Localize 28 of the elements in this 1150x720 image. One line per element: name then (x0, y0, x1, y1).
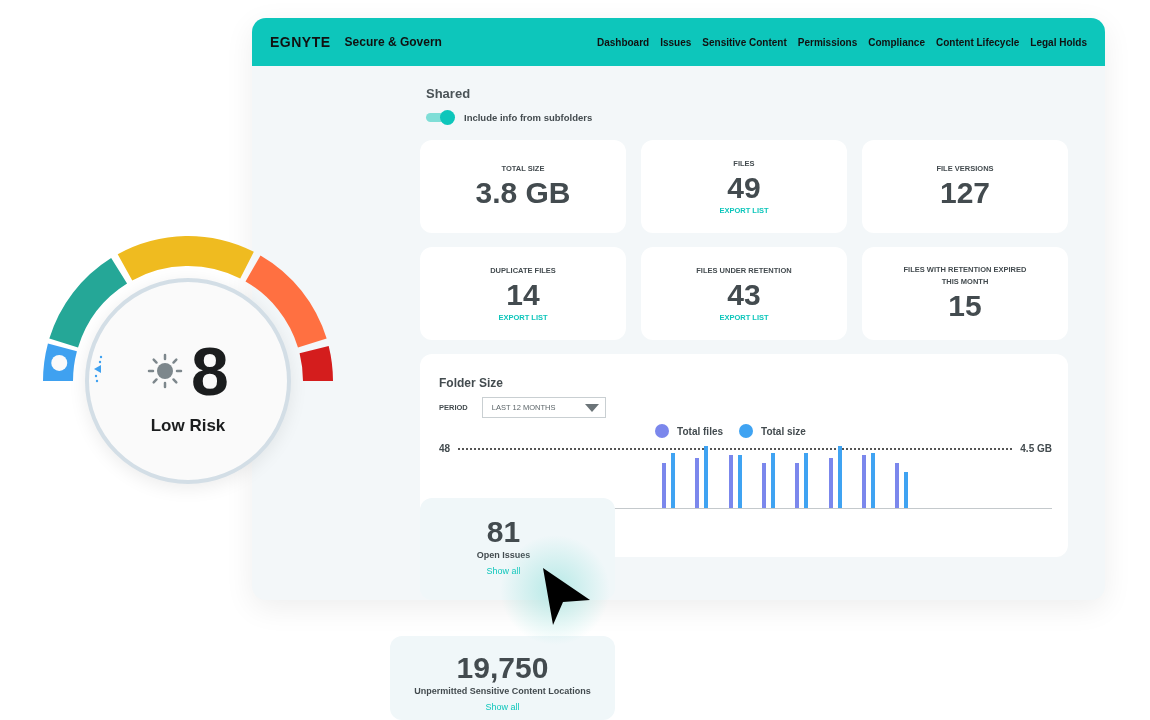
nav-link[interactable]: Permissions (797, 36, 858, 48)
nav-link[interactable]: Compliance (868, 36, 925, 48)
stat-value: 127 (939, 174, 991, 211)
issues-count: 81 (486, 516, 521, 548)
nav-link[interactable]: Sensitive Content (702, 36, 787, 48)
nav-link[interactable]: Legal Holds (1030, 36, 1087, 48)
toggle-label: Include info from subfolders (464, 111, 593, 123)
risk-score: 8 (191, 336, 229, 406)
nav-link[interactable]: Issues (660, 36, 692, 48)
nav-link[interactable]: Content Lifecycle (935, 36, 1020, 48)
stat-value: 14 (506, 277, 540, 313)
issues-label: Open Issues (476, 550, 531, 560)
logo: EGNYTE (270, 34, 331, 50)
stat-value: 49 (727, 170, 761, 206)
sensitive-count: 19,750 (456, 652, 549, 684)
nav-link[interactable]: Dashboard (596, 36, 650, 48)
stat-value: 15 (948, 287, 982, 324)
app-title: Secure & Govern (344, 35, 442, 49)
stat-value: 43 (727, 277, 761, 313)
stat-value: 3.8 GB (475, 174, 571, 211)
sensitive-label: Unpermitted Sensitive Content Locations (414, 686, 591, 696)
chart-title: Folder Size (439, 376, 504, 390)
axis-label: 4.5 GB (1020, 443, 1052, 454)
folder-title: Shared (425, 86, 472, 101)
risk-label: Low Risk (150, 416, 226, 436)
legend-label: Total files (677, 425, 724, 437)
axis-label: 48 (439, 443, 451, 454)
legend-label: Total size (761, 425, 806, 437)
